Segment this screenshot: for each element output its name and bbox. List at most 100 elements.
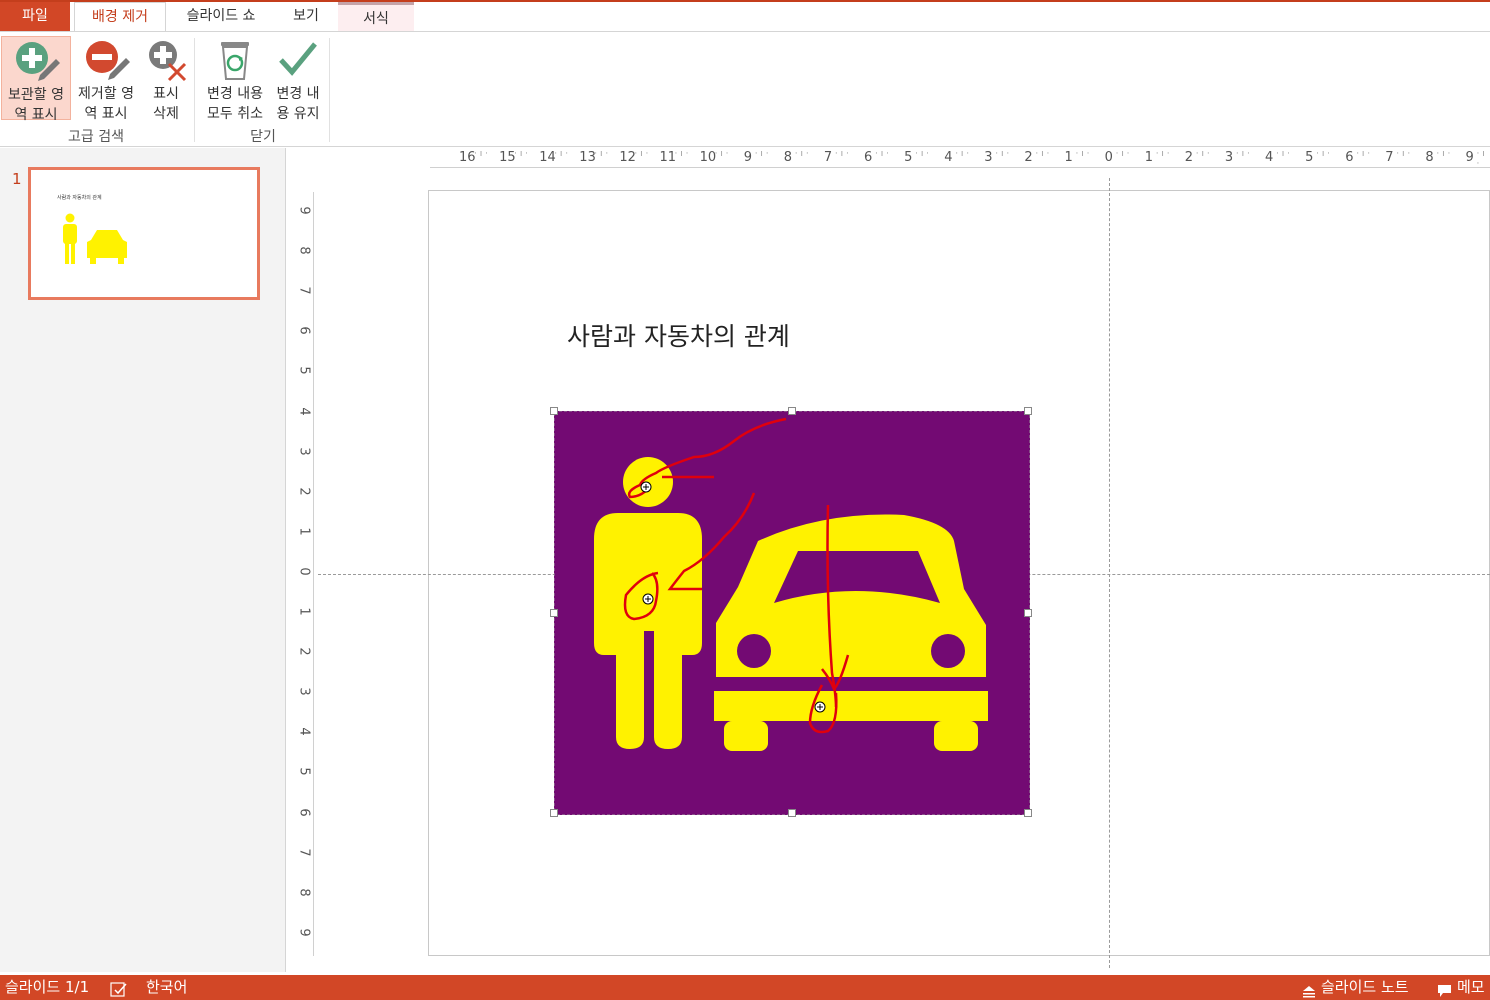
- tab-view[interactable]: 보기: [276, 2, 336, 31]
- tab-format[interactable]: 서식: [338, 2, 414, 31]
- resize-handle-bottom[interactable]: [788, 809, 796, 817]
- keep-changes-button[interactable]: 변경 내 용 유지: [270, 36, 326, 122]
- ruler-minor-tick: · ı ·: [1396, 149, 1411, 159]
- ruler-minor-tick: · ı ·: [754, 149, 769, 159]
- mark-areas-to-remove-button[interactable]: 제거할 영 역 표시: [72, 36, 140, 122]
- slide-thumbnail-pane: 1 사람과 자동차의 관계: [0, 148, 286, 972]
- thumbnail-title: 사람과 자동차의 관계: [57, 195, 102, 201]
- discard-all-changes-button[interactable]: 변경 내용 모두 취소: [200, 36, 270, 122]
- notes-button[interactable]: 슬라이드 노트: [1321, 975, 1409, 1000]
- slide-title[interactable]: 사람과 자동차의 관계: [567, 317, 790, 353]
- powerpoint-window: 파일 배경 제거 슬라이드 쇼 보기 서식 보관할 영 역 표시 제거할 영 역…: [0, 0, 1490, 1000]
- ruler-minor-tick: · ı ·: [875, 149, 889, 159]
- ruler-tick-label: 2: [296, 647, 312, 656]
- ruler-minor-tick: · ı ·: [1035, 149, 1050, 159]
- ruler-tick-label: 5: [296, 366, 312, 376]
- ruler-minor-tick: · ı ·: [1436, 149, 1451, 159]
- mark-remove-label: 제거할 영 역 표시: [78, 86, 134, 122]
- ruler-tick-label: 8: [296, 246, 312, 255]
- ruler-minor-tick: · ı ·: [995, 149, 1010, 159]
- ribbon: 보관할 영 역 표시 제거할 영 역 표시 표시 삭제 고급 검색 변경 내용 …: [0, 31, 1490, 147]
- ruler-minor-tick: · ı ·: [1075, 149, 1090, 159]
- ruler-tick-label: 2: [1024, 150, 1033, 165]
- ruler-minor-tick: · ı ·: [915, 149, 930, 159]
- tab-file[interactable]: 파일: [0, 2, 70, 31]
- selected-picture[interactable]: [550, 407, 1032, 817]
- ruler-tick-label: 9: [296, 206, 312, 215]
- horizontal-ruler: 16 · ı · 15 · ı · 14 · ı · 13 · ı · 12 · ı · 11 · ı…: [430, 148, 1490, 169]
- ruler-tick-label: 8: [296, 888, 312, 897]
- delete-mark-label: 표시 삭제: [153, 86, 179, 122]
- thumbnail-number: 1: [12, 170, 22, 188]
- ruler-minor-tick: · ı ·: [1115, 149, 1130, 159]
- mark-areas-to-keep-button[interactable]: 보관할 영 역 표시: [1, 36, 71, 123]
- ruler-tick-label: 7: [296, 286, 312, 295]
- ruler-minor-tick: · ı ·: [634, 149, 649, 159]
- resize-handle-right[interactable]: [1024, 609, 1032, 617]
- ruler-tick-label: 5: [296, 767, 312, 777]
- ruler-tick-label: 2: [296, 487, 312, 496]
- ruler-tick-label: 1: [296, 527, 312, 536]
- ruler-tick-label: 8: [1425, 150, 1434, 165]
- group-label-refine: 고급 검색: [68, 129, 124, 145]
- ruler-tick-label: 3: [984, 150, 993, 165]
- delete-mark-button[interactable]: 표시 삭제: [141, 36, 191, 122]
- ruler-minor-tick: · ı ·: [794, 149, 809, 159]
- ruler-minor-tick: · ı ·: [1155, 149, 1170, 159]
- ribbon-group-separator: [194, 38, 195, 142]
- comments-button[interactable]: 메모: [1457, 975, 1485, 1000]
- ruler-tick-label: 1: [1144, 150, 1153, 165]
- status-bar: 슬라이드 1/1 한국어 슬라이드 노트 메모: [0, 975, 1490, 1000]
- car-figure: [714, 514, 988, 751]
- ruler-tick-label: 8: [783, 150, 793, 165]
- ruler-tick-label: 5: [904, 150, 913, 165]
- resize-handle-top-left[interactable]: [550, 407, 558, 415]
- minus-pencil-icon: [86, 41, 130, 80]
- vertical-guide[interactable]: [1109, 178, 1110, 968]
- resize-handle-bottom-left[interactable]: [550, 809, 558, 817]
- ruler-minor-tick: · ı ·: [1316, 149, 1331, 159]
- ruler-tick-label: 5: [1305, 150, 1314, 165]
- mark-keep-label: 보관할 영 역 표시: [8, 87, 64, 123]
- ruler-tick-label: 6: [1345, 150, 1354, 165]
- ribbon-tab-bar: 파일 배경 제거 슬라이드 쇼 보기 서식: [0, 0, 1490, 33]
- ruler-tick-label: 0: [296, 567, 312, 576]
- resize-handle-bottom-right[interactable]: [1024, 809, 1032, 817]
- picture-content: [553, 410, 1031, 816]
- ribbon-group-separator: [329, 38, 330, 142]
- ruler-tick-label: 3: [1224, 150, 1234, 165]
- thumbnail-image: [63, 213, 127, 264]
- resize-handle-left[interactable]: [550, 609, 558, 617]
- ruler-tick-label: 9: [743, 150, 752, 165]
- ruler-tick-label: 1: [1064, 150, 1073, 165]
- ruler-tick-label: 7: [296, 847, 312, 857]
- ruler-minor-tick: · ı ·: [674, 149, 689, 159]
- group-label-close: 닫기: [250, 129, 276, 145]
- ruler-minor-tick: · ı ·: [1276, 149, 1290, 159]
- notes-icon[interactable]: [1302, 981, 1316, 1000]
- ruler-tick-label: 4: [1265, 150, 1274, 165]
- ruler-minor-tick: · ı ·: [1195, 149, 1210, 159]
- ruler-minor-tick: · ı ·: [1476, 149, 1485, 169]
- ruler-minor-tick: · ı ·: [955, 149, 970, 159]
- ruler-tick-label: 9: [296, 928, 312, 937]
- comment-icon[interactable]: [1437, 981, 1452, 1000]
- plus-pencil-icon: [16, 42, 60, 81]
- ruler-tick-label: 7: [1385, 150, 1394, 165]
- resize-handle-top-right[interactable]: [1024, 407, 1032, 415]
- ruler-tick-label: 1: [296, 607, 312, 616]
- tab-background-removal[interactable]: 배경 제거: [74, 2, 166, 33]
- spellcheck-icon[interactable]: [110, 980, 128, 1000]
- keep-changes-label: 변경 내 용 유지: [276, 86, 320, 122]
- ruler-tick-label: 7: [823, 150, 833, 165]
- ruler-minor-tick: · ı ·: [714, 149, 729, 159]
- ruler-tick-label: 3: [296, 687, 312, 696]
- ruler-tick-label: 4: [296, 727, 312, 736]
- slide-counter[interactable]: 슬라이드 1/1: [5, 975, 89, 1000]
- language-indicator[interactable]: 한국어: [146, 975, 187, 1000]
- ruler-tick-label: 9: [1465, 150, 1474, 165]
- tab-slide-show[interactable]: 슬라이드 쇼: [168, 2, 274, 31]
- resize-handle-top[interactable]: [788, 407, 796, 415]
- ruler-tick-label: 2: [1184, 150, 1194, 165]
- slide-thumbnail[interactable]: 사람과 자동차의 관계: [28, 167, 260, 300]
